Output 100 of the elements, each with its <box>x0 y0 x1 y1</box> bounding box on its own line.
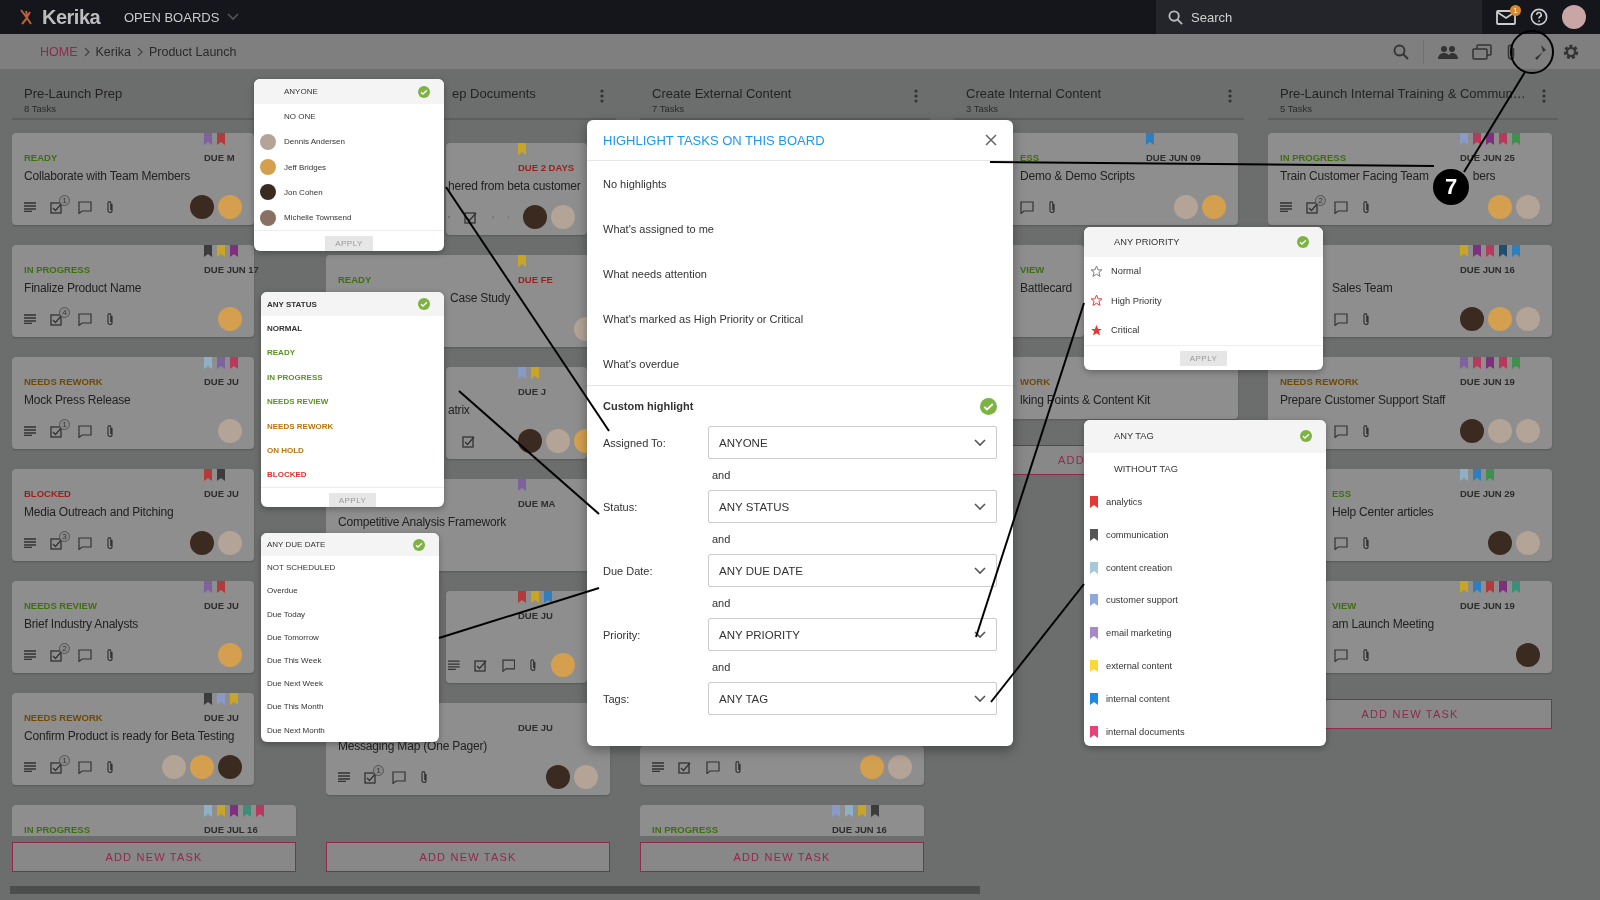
task-status: READY <box>24 152 58 163</box>
help-icon[interactable] <box>1530 8 1548 26</box>
menu-item[interactable]: Michelle Townsend <box>254 204 444 231</box>
menu-item[interactable]: IN PROGRESS <box>261 365 444 390</box>
filter-dropdown[interactable]: ANYONE <box>708 426 997 459</box>
notification-badge: 1 <box>1510 4 1521 16</box>
task-title: atrix <box>448 403 470 417</box>
task-card[interactable] <box>640 746 924 785</box>
avatar[interactable] <box>218 755 242 779</box>
more-menu-icon[interactable] <box>1228 89 1232 103</box>
user-avatar[interactable] <box>1562 5 1586 29</box>
menu-item[interactable]: ANY DUE DATE <box>261 533 439 557</box>
avatar[interactable] <box>190 195 214 219</box>
task-card[interactable]: DUE J atrix <box>446 367 587 459</box>
due-date: DUE JU <box>518 610 553 621</box>
task-card[interactable]: DUE 2 DAYS hered from beta customer <box>446 143 587 235</box>
menu-item[interactable]: NEEDS REWORK <box>261 413 444 439</box>
task-card[interactable]: DUE JU <box>446 591 587 683</box>
scrollbar[interactable] <box>10 886 980 894</box>
search-field[interactable]: Search <box>1156 0 1482 34</box>
menu-item[interactable]: ANY STATUS <box>261 292 444 317</box>
checklist-icon[interactable] <box>50 536 64 550</box>
filter-dropdown[interactable]: ANY STATUS <box>708 490 997 523</box>
dialog-title: HIGHLIGHT TASKS ON THIS BOARD <box>603 132 825 148</box>
settings-icon[interactable] <box>1562 42 1580 61</box>
more-menu-icon[interactable] <box>600 89 604 103</box>
task-title: Confirm Product is ready for Beta Testing <box>24 729 235 743</box>
due-date: DUE JUN 19 <box>1460 600 1515 611</box>
due-date: DUE JU <box>204 376 239 387</box>
menu-item[interactable]: Due This Week <box>261 648 439 673</box>
joiner-text: and <box>712 468 731 481</box>
menu-item[interactable]: Overdue <box>261 579 439 603</box>
checklist-icon[interactable] <box>50 200 64 214</box>
task-card[interactable]: IN PROGRESS DUE JUL 16 <box>12 805 296 836</box>
task-card[interactable]: NEEDS REWORK DUE JUN 19 Prepare Customer Support Staff <box>1268 357 1552 449</box>
avatar[interactable] <box>1488 531 1512 555</box>
avatar[interactable] <box>546 765 570 789</box>
filter-dropdown[interactable]: ANY PRIORITY <box>708 618 997 651</box>
more-menu-icon[interactable] <box>914 89 918 103</box>
checklist-icon[interactable] <box>50 424 64 438</box>
checklist-icon[interactable] <box>50 648 64 662</box>
checklist-icon[interactable] <box>473 658 488 672</box>
task-count: 5 Tasks <box>1280 103 1314 114</box>
menu-item[interactable]: Jeff Bridges <box>254 154 444 180</box>
chevron-down-icon <box>974 438 986 447</box>
avatar[interactable] <box>190 531 214 555</box>
menu-item[interactable]: NEEDS REVIEW <box>261 389 444 414</box>
chevron-right-icon <box>83 46 90 57</box>
people-icon[interactable] <box>1438 44 1458 59</box>
joiner-text: and <box>712 532 731 545</box>
filter-dropdown[interactable]: ANY TAG <box>708 682 997 715</box>
menu-item[interactable]: Jon Cohen <box>254 179 444 205</box>
menu-item[interactable]: ANY TAG <box>1084 420 1326 453</box>
avatar[interactable] <box>1460 419 1484 443</box>
due-date: DUE 2 DAYS <box>518 162 575 173</box>
breadcrumb-link[interactable]: Product Launch <box>148 44 237 59</box>
due-date: DUE M <box>204 152 235 163</box>
avatar[interactable] <box>523 205 547 229</box>
search-input[interactable]: Search <box>1191 9 1471 25</box>
menu-item[interactable]: NO ONE <box>254 104 444 130</box>
menu-item[interactable]: ON HOLD <box>261 438 444 463</box>
due-date: DUE J <box>518 386 546 397</box>
chat-icon[interactable] <box>1472 43 1492 60</box>
menu-item[interactable]: ANYONE <box>254 79 444 105</box>
open-boards-menu[interactable]: OPEN BOARDS <box>118 8 246 26</box>
checklist-icon[interactable] <box>462 434 476 448</box>
menu-item[interactable]: Due Tomorrow <box>261 625 439 649</box>
menu-item[interactable]: Dennis Andersen <box>254 129 444 155</box>
logo[interactable]: Kerika <box>42 5 101 29</box>
joiner-text: and <box>712 596 731 609</box>
column-title: Create External Content <box>652 86 793 101</box>
search-icon[interactable] <box>1393 43 1409 60</box>
checklist-icon[interactable] <box>50 760 64 774</box>
search-icon <box>1168 9 1183 25</box>
task-status: IN PROGRESS <box>1280 152 1346 163</box>
menu-item[interactable]: ANY PRIORITY <box>1084 227 1323 257</box>
avatar[interactable] <box>1516 643 1540 667</box>
checklist-icon[interactable] <box>50 312 64 326</box>
checklist-icon[interactable] <box>678 760 692 774</box>
task-count: 3 Tasks <box>966 103 1000 114</box>
mail-icon[interactable] <box>1496 9 1516 25</box>
close-button[interactable] <box>985 134 997 146</box>
breadcrumb-link[interactable]: Kerika <box>95 44 131 59</box>
avatar[interactable] <box>518 429 542 453</box>
task-title: Train Customer Facing Team <box>1280 169 1429 183</box>
checklist-icon[interactable] <box>463 210 478 224</box>
task-status: READY <box>338 274 372 285</box>
avatar[interactable] <box>1460 307 1484 331</box>
menu-item[interactable]: Due Today <box>261 602 439 626</box>
task-card[interactable]: IN PROGRESS DUE JUN 16 <box>640 805 924 836</box>
task-title: Competitive Analysis Framework <box>338 515 507 529</box>
task-title: Sales Team <box>1332 281 1393 295</box>
more-menu-icon[interactable] <box>1542 89 1546 103</box>
task-status: BLOCKED <box>24 488 71 499</box>
menu-item[interactable]: Due Next Week <box>261 672 439 696</box>
checklist-icon[interactable] <box>1306 200 1320 214</box>
filter-dropdown[interactable]: ANY DUE DATE <box>708 554 997 587</box>
due-date: DUE FE <box>518 274 553 285</box>
task-title: Battlecard <box>1020 281 1073 295</box>
checklist-icon[interactable] <box>364 770 378 784</box>
